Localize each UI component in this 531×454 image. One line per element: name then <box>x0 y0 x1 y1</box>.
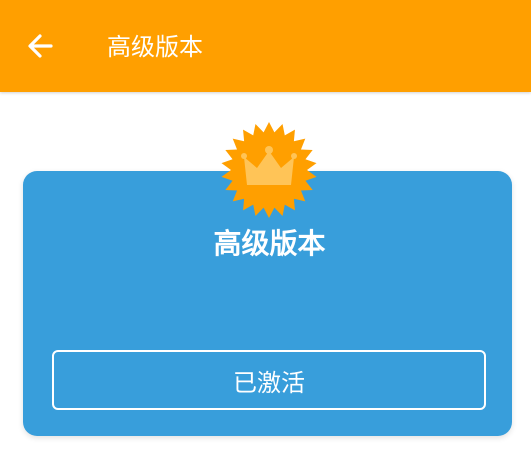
card-title: 高级版本 <box>213 227 326 260</box>
page-title: 高级版本 <box>107 33 203 61</box>
arrow-left-icon <box>28 34 53 58</box>
activated-label: 已激活 <box>233 368 305 397</box>
activated-status-button[interactable]: 已激活 <box>52 350 486 410</box>
app-bar: 高级版本 <box>0 0 531 92</box>
back-button[interactable] <box>20 26 60 66</box>
crown-badge-icon <box>221 122 317 218</box>
